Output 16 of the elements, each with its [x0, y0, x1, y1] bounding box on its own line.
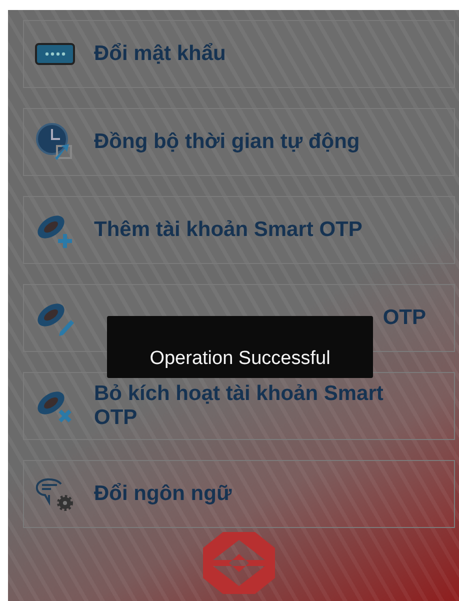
- menu-item[interactable]: Đồng bộ thời gian tự động: [23, 108, 455, 176]
- menu-item[interactable]: Thêm tài khoản Smart OTP: [23, 196, 455, 264]
- password-field-icon: [35, 43, 75, 65]
- menu-item[interactable]: Đổi ngôn ngữ: [23, 460, 455, 528]
- speech-gear-icon: [35, 476, 75, 512]
- menu-item[interactable]: Đổi mật khẩu: [23, 20, 455, 88]
- menu-item-label: Đồng bộ thời gian tự động: [94, 130, 360, 154]
- menu-item-label: Đổi mật khẩu: [94, 42, 226, 66]
- clock-sync-icon: [35, 122, 75, 162]
- octagon-logo-icon: [203, 532, 275, 594]
- menu-item-label: Bỏ kích hoạt tài khoản Smart OTP: [94, 382, 384, 430]
- menu-item-label: Đổi ngôn ngữ: [94, 482, 232, 506]
- menu-item[interactable]: Bỏ kích hoạt tài khoản Smart OTP: [23, 372, 455, 440]
- menu-item-label: Thêm tài khoản Smart OTP: [94, 218, 362, 242]
- menu-item-label: OTP: [382, 306, 426, 330]
- toast-message: Operation Successful: [107, 316, 373, 378]
